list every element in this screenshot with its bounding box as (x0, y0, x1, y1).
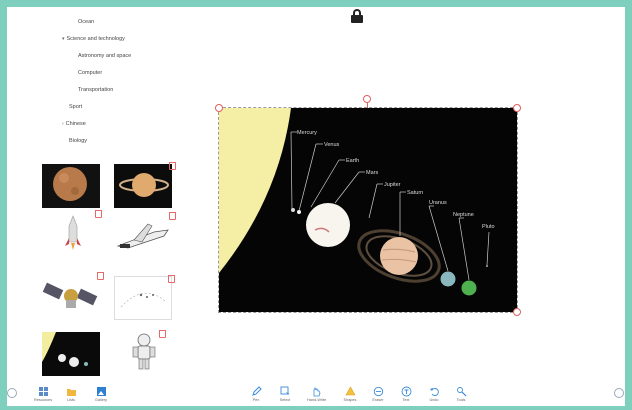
label-mercury: Mercury (297, 130, 317, 136)
space-shuttle-thumb[interactable] (114, 212, 176, 258)
collapse-left-button[interactable] (7, 388, 17, 398)
select-tool[interactable]: Select (276, 386, 294, 402)
label-neptune: Neptune (453, 212, 474, 218)
label-pluto: Pluto (482, 224, 495, 230)
delete-icon[interactable] (169, 162, 176, 170)
resize-handle-top-right[interactable] (513, 104, 521, 112)
solar-system-image[interactable]: Mercury Venus Earth Mars Jupiter Saturn … (218, 107, 518, 313)
text-tool[interactable]: Text (397, 386, 415, 402)
select-icon (280, 386, 290, 396)
tools-tool[interactable]: Tools (452, 386, 470, 402)
chevron-right-icon[interactable]: › (62, 121, 64, 127)
resources-button[interactable]: Resources (34, 386, 52, 402)
label-mars: Mars (366, 170, 379, 176)
tree-item-ocean[interactable]: Ocean (52, 14, 202, 31)
saturn-thumb[interactable] (114, 162, 176, 208)
hand-write-tool[interactable]: Hand-Write (307, 386, 326, 402)
satellite-thumb[interactable] (42, 272, 104, 318)
tree-item-biology[interactable]: Biology (52, 133, 202, 150)
rotate-handle[interactable] (363, 95, 371, 103)
collapse-right-button[interactable] (614, 388, 624, 398)
delete-icon[interactable] (169, 212, 176, 220)
delete-icon[interactable] (97, 272, 104, 280)
label-earth: Earth (346, 158, 360, 164)
folder-icon (66, 389, 76, 396)
hand-icon (313, 387, 320, 397)
rocket-thumb[interactable] (58, 210, 102, 256)
undo-tool[interactable]: Undo (425, 386, 443, 402)
delete-icon[interactable] (159, 330, 166, 338)
tree-item-chinese[interactable]: › Chinese (52, 116, 202, 133)
text-icon (401, 386, 411, 397)
astronaut-thumb[interactable] (124, 330, 166, 376)
tools-icon (456, 387, 466, 397)
orbit-diagram-thumb[interactable] (114, 275, 175, 320)
grid-icon (38, 387, 48, 396)
tree-item-computer[interactable]: Computer (52, 65, 202, 82)
bottom-toolbar: Resources Lists Gallery Pen Select Hand-… (0, 386, 632, 406)
shapes-icon (344, 386, 356, 396)
pen-tool[interactable]: Pen (247, 386, 265, 402)
resize-handle-bottom-right[interactable] (513, 308, 521, 316)
lock-icon[interactable] (351, 9, 363, 23)
gallery-icon (96, 387, 106, 396)
gallery-button[interactable]: Gallery (92, 386, 110, 402)
solar-system-thumb[interactable] (42, 332, 100, 376)
delete-icon[interactable] (95, 210, 102, 218)
label-uranus: Uranus (429, 200, 447, 206)
delete-icon[interactable] (168, 275, 175, 283)
tree-item-transportation[interactable]: Transportation (52, 82, 202, 99)
tree-item-astronomy-and-space[interactable]: Astronomy and space (52, 48, 202, 65)
label-saturn: Saturn (407, 190, 424, 196)
eraser-icon (373, 386, 383, 397)
label-venus: Venus (324, 142, 340, 148)
mercury-thumb[interactable] (42, 164, 100, 208)
tree-item-sport[interactable]: Sport (52, 99, 202, 116)
lists-button[interactable]: Lists (62, 386, 80, 402)
category-tree: Ocean ▾ Science and technology Astronomy … (52, 14, 202, 150)
eraser-tool[interactable]: Eraser (369, 386, 387, 402)
resize-handle-top-left[interactable] (215, 104, 223, 112)
undo-icon (429, 388, 439, 396)
label-jupiter: Jupiter (384, 182, 401, 188)
pen-icon (251, 386, 262, 396)
tree-item-science-and-technology[interactable]: ▾ Science and technology (52, 31, 202, 48)
chevron-down-icon[interactable]: ▾ (62, 36, 65, 42)
shapes-tool[interactable]: Shapes (341, 386, 359, 402)
